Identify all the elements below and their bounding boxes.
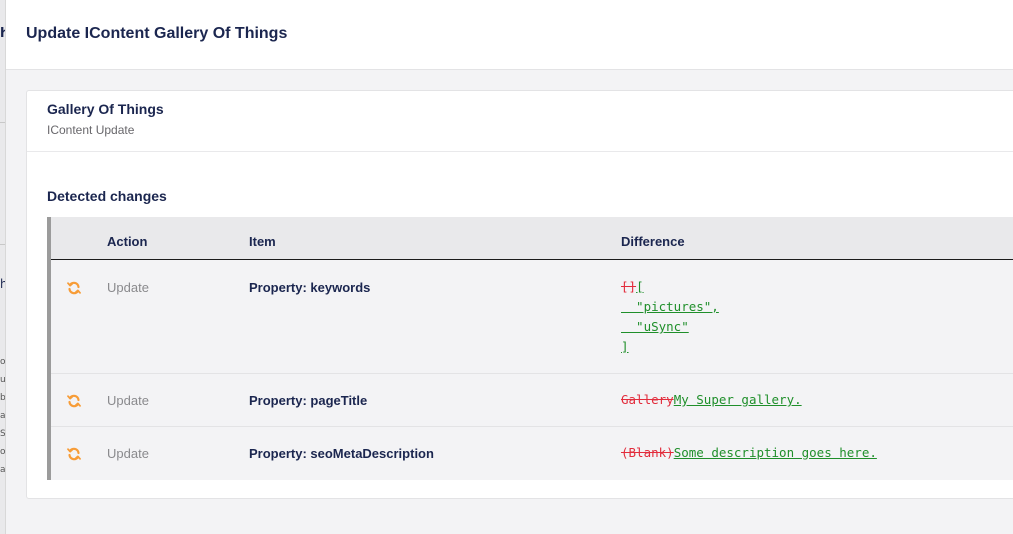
sync-icon — [67, 394, 81, 408]
row-action-label: Update — [107, 280, 149, 295]
diff-added: ] — [621, 339, 629, 354]
update-panel: Update IContent Gallery Of Things Galler… — [6, 0, 1013, 534]
sync-icon — [67, 447, 81, 461]
panel-title: Update IContent Gallery Of Things — [26, 25, 288, 42]
row-difference: GalleryMy Super gallery. — [621, 390, 802, 410]
diff-removed: [] — [621, 279, 637, 294]
diff-added: My Super gallery. — [673, 392, 802, 407]
row-item-label: Property: seoMetaDescription — [249, 446, 434, 461]
row-item-label: Property: keywords — [249, 280, 371, 295]
section-title-detected-changes: Detected changes — [47, 188, 167, 204]
column-header-difference: Difference — [621, 234, 685, 249]
diff-removed: Gallery — [621, 392, 674, 407]
table-row: Update Property: seoMetaDescription (Bla… — [51, 427, 1013, 480]
row-difference: [][ "pictures", "uSync" ] — [621, 277, 719, 357]
content-card: Gallery Of Things IContent Update Detect… — [26, 90, 1013, 499]
diff-added: "uSync" — [621, 319, 689, 334]
backdrop-fragment: a — [0, 465, 6, 475]
row-difference: (Blank)Some description goes here. — [621, 443, 877, 463]
row-action-label: Update — [107, 393, 149, 408]
card-subtitle: IContent Update — [47, 123, 135, 137]
sync-icon — [67, 281, 81, 295]
diff-added: Some description goes here. — [673, 445, 877, 460]
backdrop-fragment: a — [0, 411, 6, 421]
backdrop-fragment: o — [0, 447, 6, 457]
card-title: Gallery Of Things — [47, 101, 164, 117]
card-header: Gallery Of Things IContent Update — [27, 91, 1013, 152]
backdrop-fragment: b — [0, 393, 6, 403]
panel-header: Update IContent Gallery Of Things — [6, 0, 1013, 70]
row-action-label: Update — [107, 446, 149, 461]
column-header-action: Action — [107, 234, 148, 249]
row-item-label: Property: pageTitle — [249, 393, 368, 408]
diff-added: [ — [636, 279, 644, 294]
column-header-item: Item — [249, 234, 276, 249]
diff-added: "pictures", — [621, 299, 719, 314]
diff-removed: (Blank) — [621, 445, 674, 460]
backdrop-fragment: u — [0, 375, 6, 385]
changes-table: Action Item Difference Update Property: … — [47, 217, 1013, 480]
table-row: Update Property: keywords [][ "pictures"… — [51, 261, 1013, 374]
table-header: Action Item Difference — [51, 217, 1013, 260]
table-row: Update Property: pageTitle GalleryMy Sup… — [51, 374, 1013, 427]
